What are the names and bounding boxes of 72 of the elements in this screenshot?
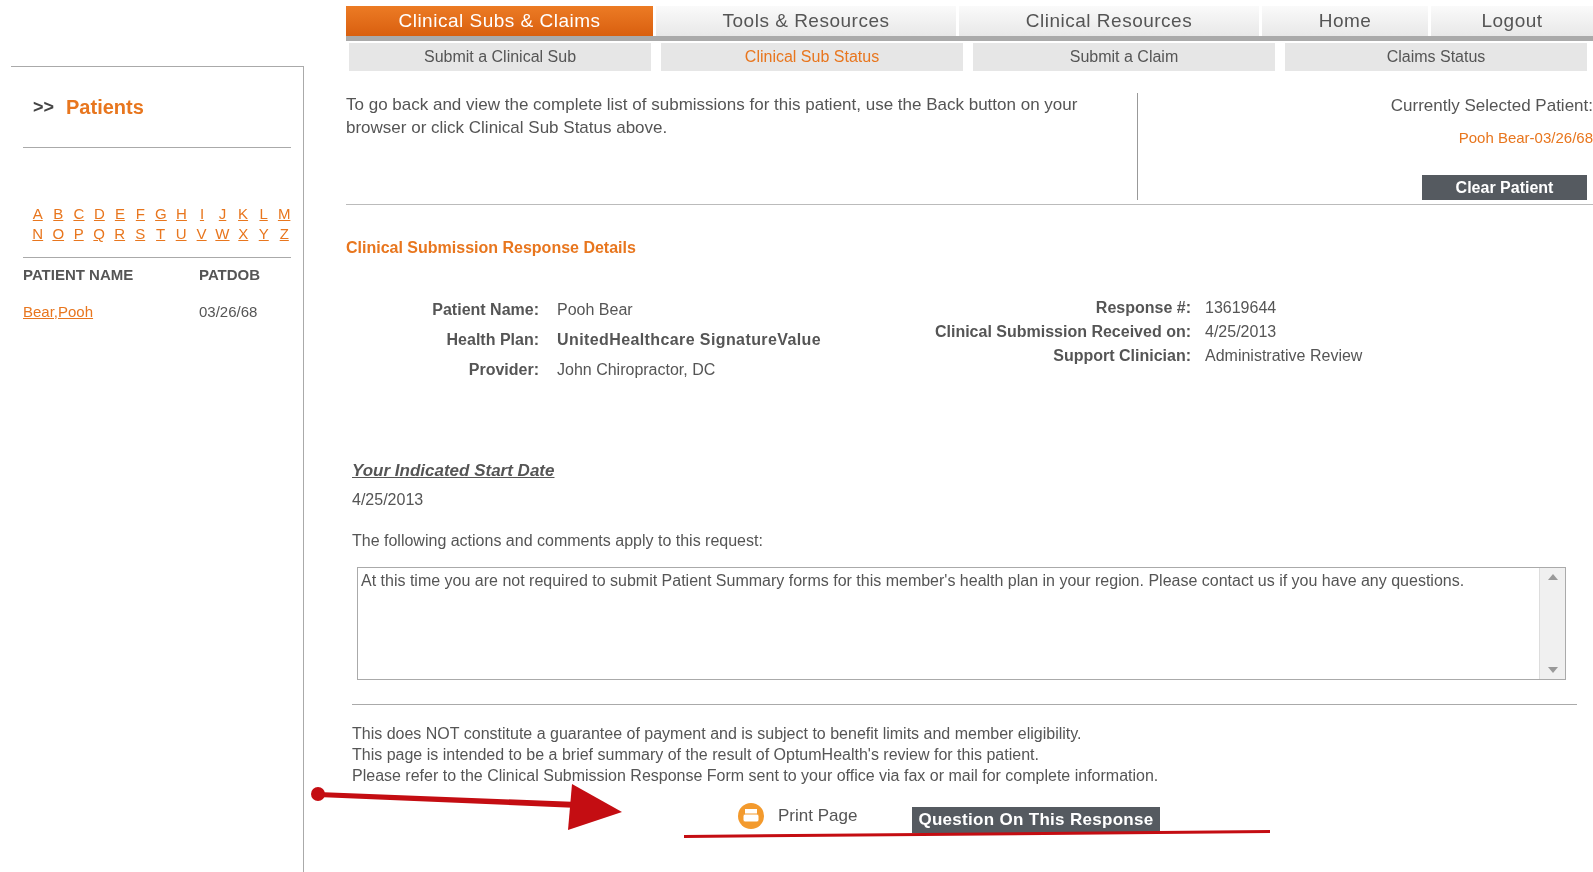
letter-link[interactable]: V [194,224,209,243]
letter-link[interactable]: R [112,224,127,243]
sub-tab[interactable]: Submit a Clinical Sub [349,43,651,71]
letter-link[interactable]: O [51,224,65,243]
letter-link[interactable]: N [31,224,45,243]
disclaimer-text: Please refer to the Clinical Submission Response Form sent to your office via fax or mail for complete information. [352,765,1160,786]
nav-tab[interactable]: Clinical Subs & Claims [346,6,653,36]
letter-link[interactable]: L [256,204,271,223]
letter-link[interactable]: K [236,204,250,223]
letter-link[interactable]: Z [277,224,291,243]
selected-patient-name: Pooh Bear-03/26/68 [1458,127,1593,148]
actions-label: The following actions and comments apply to this request: [352,530,764,551]
question-on-response-button[interactable]: Question On This Response [912,806,1160,833]
letter-link[interactable]: F [133,204,148,223]
letter-link[interactable]: C [72,204,86,223]
column-header: PATIENT NAME [23,265,135,285]
field-label: Support Clinician: [1052,346,1191,366]
field-label: Response #: [1094,298,1191,318]
letter-link[interactable]: X [236,224,250,243]
letter-link[interactable]: B [51,204,66,223]
letter-link[interactable]: D [92,204,107,223]
field-label: Patient Name: [431,300,539,320]
letter-link[interactable]: E [113,204,127,223]
sub-tab[interactable]: Clinical Sub Status [661,43,963,71]
column-header: PATDOB [199,265,262,285]
scroll-up-icon[interactable] [1547,573,1558,580]
field-label: Clinical Submission Received on: [933,322,1191,342]
letter-link[interactable]: I [195,204,209,223]
field-value: 13619644 [1205,298,1278,318]
start-date-value: 4/25/2013 [352,489,425,510]
letter-link[interactable]: U [174,224,188,243]
field-value: Administrative Review [1205,346,1364,366]
disclaimer-text: This does NOT constitute a guarantee of payment and is subject to benefit limits and member eligibility. [352,723,1083,744]
selected-patient-label: Currently Selected Patient: [1390,95,1593,117]
letter-link[interactable]: M [277,204,291,223]
comments-text: At this time you are not required to submit Patient Summary forms for this member's health plan in your region. Please contact us if you have any questions. [360,570,1466,591]
sub-tab[interactable]: Claims Status [1285,43,1587,71]
nav-tab[interactable]: Tools & Resources [656,6,956,36]
scroll-down-icon[interactable] [1547,666,1558,673]
clear-patient-button[interactable]: Clear Patient [1422,175,1587,200]
nav-tab[interactable]: Clinical Resources [959,6,1259,36]
field-value: Pooh Bear [557,300,634,320]
dob-cell-text: 03/26/68 [199,301,259,322]
field-label: Provider: [467,360,539,380]
field-value: 4/25/2013 [1205,322,1278,342]
letter-link[interactable]: G [154,204,168,223]
letter-link[interactable]: P [71,224,86,243]
sub-tab[interactable]: Submit a Claim [973,43,1275,71]
sidebar-title: Patients [66,95,144,120]
nav-tab[interactable]: Logout [1431,6,1593,36]
letter-link[interactable]: Q [92,224,106,243]
patient-link[interactable]: Bear,Pooh [23,300,94,323]
letter-link[interactable]: S [133,224,147,243]
chevron-marker: >> [33,95,55,119]
comments-area[interactable]: At this time you are not required to submit Patient Summary forms for this member's health plan in your region. Please contact us if you have any questions. [357,566,1566,680]
letter-link[interactable]: Y [257,224,271,243]
print-page-link[interactable]: Print Page [778,802,858,829]
letter-link[interactable]: A [31,204,45,223]
letter-link[interactable]: H [174,204,189,223]
field-label: Health Plan: [445,330,539,350]
field-value: UnitedHealthcare SignatureValue [557,330,823,350]
disclaimer-text: This page is intended to be a brief summary of the result of OptumHealth's review for this patient. [352,744,1040,765]
letter-link[interactable]: W [215,224,230,243]
letter-link[interactable]: J [215,204,230,223]
printer-icon[interactable] [737,801,765,830]
start-date-heading: Your Indicated Start Date [352,460,555,482]
field-value: John Chiropractor, DC [557,360,717,380]
nav-tab[interactable]: Home [1262,6,1428,36]
scrollbar[interactable] [1539,567,1565,679]
instruction-text: To go back and view the complete list of submissions for this patient, use the Back button on your browser or click Clinical Sub Status above. [346,94,1079,139]
section-heading: Clinical Submission Response Details [346,238,637,258]
letter-link[interactable]: T [153,224,168,243]
